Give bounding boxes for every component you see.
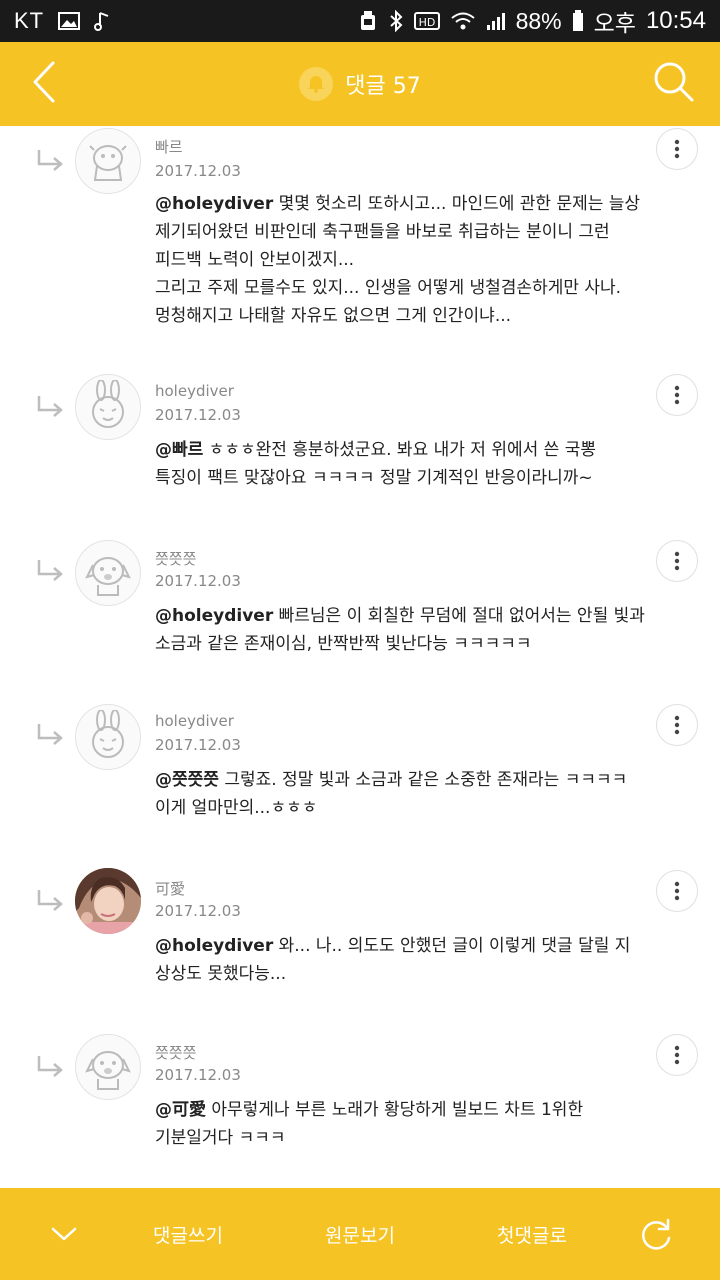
bluetooth-icon: [388, 10, 404, 32]
battery-percent: 88%: [515, 7, 562, 34]
comment-body: @빠르 ㅎㅎㅎ완전 흥분하셨군요. 봐요 내가 저 위에서 쓴 국뽕 특징이 팩…: [155, 440, 596, 488]
collapse-button[interactable]: [36, 1188, 92, 1280]
reply-arrow-icon: [36, 148, 66, 172]
reply-arrow-icon: [36, 1054, 66, 1078]
bottom-bar: 댓글쓰기 원문보기 첫댓글로: [0, 1188, 720, 1280]
avatar[interactable]: [75, 128, 141, 194]
more-vertical-icon: [674, 881, 680, 901]
more-vertical-icon: [674, 139, 680, 159]
comment-author[interactable]: 쯧쯧쯧: [155, 548, 196, 569]
comment-mention[interactable]: @쯧쯧쯧: [155, 770, 219, 790]
comment-body: @holeydiver 와... 나.. 의도도 안했던 글이 이렇게 댓글 달…: [155, 936, 631, 984]
comment-date: 2017.12.03: [155, 736, 241, 754]
more-options-button[interactable]: [656, 1034, 698, 1076]
bunny-avatar-icon: [92, 380, 124, 428]
reply-arrow-icon: [36, 558, 66, 582]
view-original-button[interactable]: 원문보기: [300, 1188, 420, 1280]
refresh-icon: [642, 1218, 671, 1250]
search-icon: [652, 60, 696, 108]
write-comment-button[interactable]: 댓글쓰기: [128, 1188, 248, 1280]
more-vertical-icon: [674, 715, 680, 735]
comment-author[interactable]: 쯧쯧쯧: [155, 1042, 196, 1063]
comment-date: 2017.12.03: [155, 1066, 241, 1084]
comment-date: 2017.12.03: [155, 902, 241, 920]
comment-mention[interactable]: @holeydiver: [155, 194, 273, 214]
comment-mention[interactable]: @holeydiver: [155, 936, 273, 956]
carrier-label: KT: [14, 8, 45, 33]
hd-icon: HD: [413, 11, 440, 31]
avatar[interactable]: [75, 1034, 141, 1100]
wifi-icon: [450, 11, 476, 31]
avatar[interactable]: [75, 540, 141, 606]
comment-body: @holeydiver 몇몇 헛소리 또하시고... 마인드에 관한 문제는 늘…: [155, 194, 641, 326]
reply-arrow-icon: [36, 888, 66, 912]
comment-list[interactable]: 빠르 2017.12.03 @holeydiver 몇몇 헛소리 또하시고...…: [0, 126, 720, 1188]
music-note-icon: [94, 10, 112, 32]
comment-date: 2017.12.03: [155, 162, 241, 180]
comment-body: @쯧쯧쯧 그렇죠. 정말 빛과 소금과 같은 소중한 존재라는 ㅋㅋㅋㅋ 이게 …: [155, 770, 628, 818]
comment-author[interactable]: holeydiver: [155, 712, 234, 730]
svg-text:HD: HD: [418, 16, 435, 29]
avatar[interactable]: [75, 704, 141, 770]
comment-body: @可愛 아무렇게나 부른 노래가 황당하게 빌보드 차트 1위한 기분일거다 ㅋ…: [155, 1100, 584, 1148]
comment-author[interactable]: holeydiver: [155, 382, 234, 400]
reply-arrow-icon: [36, 394, 66, 418]
ampm-label: 오후: [593, 10, 636, 36]
more-options-button[interactable]: [656, 128, 698, 170]
comment-date: 2017.12.03: [155, 406, 241, 424]
dog-avatar-icon: [85, 1051, 131, 1090]
dog-avatar-icon: [85, 557, 131, 596]
page-title: 댓글 57: [345, 74, 421, 99]
header-title-group: 댓글 57: [299, 67, 421, 101]
back-chevron-icon: [31, 60, 57, 108]
more-options-button[interactable]: [656, 540, 698, 582]
bunny-avatar-icon: [92, 710, 124, 758]
comment-author[interactable]: 可愛: [155, 878, 185, 899]
reply-arrow-icon: [36, 722, 66, 746]
android-icon: [358, 10, 378, 32]
bell-icon: [299, 67, 334, 101]
search-button[interactable]: [650, 60, 698, 108]
photo-avatar-icon: [75, 868, 141, 934]
refresh-button[interactable]: [628, 1188, 684, 1280]
clock: 10:54: [645, 7, 706, 34]
battery-icon: [572, 10, 584, 32]
more-options-button[interactable]: [656, 704, 698, 746]
more-vertical-icon: [674, 551, 680, 571]
more-options-button[interactable]: [656, 374, 698, 416]
status-bar: KT HD 88% 오후 10:54: [0, 0, 720, 42]
more-vertical-icon: [674, 1045, 680, 1065]
image-icon: [58, 11, 81, 31]
list-fade: [0, 1178, 720, 1188]
app-header: 댓글 57: [0, 42, 720, 126]
comment-mention[interactable]: @可愛: [155, 1100, 206, 1120]
avatar[interactable]: [75, 374, 141, 440]
chevron-down-icon: [51, 1227, 77, 1241]
first-comment-button[interactable]: 첫댓글로: [472, 1188, 592, 1280]
comment-mention[interactable]: @holeydiver: [155, 606, 273, 626]
comment-date: 2017.12.03: [155, 572, 241, 590]
more-vertical-icon: [674, 385, 680, 405]
signal-icon: [486, 11, 506, 31]
back-button[interactable]: [24, 60, 64, 108]
comment-mention[interactable]: @빠르: [155, 440, 203, 460]
more-options-button[interactable]: [656, 870, 698, 912]
comment-author[interactable]: 빠르: [155, 136, 183, 157]
avatar[interactable]: [75, 868, 141, 934]
cartoon-character-avatar-icon: [89, 145, 127, 181]
comment-body: @holeydiver 빠르님은 이 회칠한 무덤에 절대 없어서는 안될 빛과…: [155, 606, 645, 654]
